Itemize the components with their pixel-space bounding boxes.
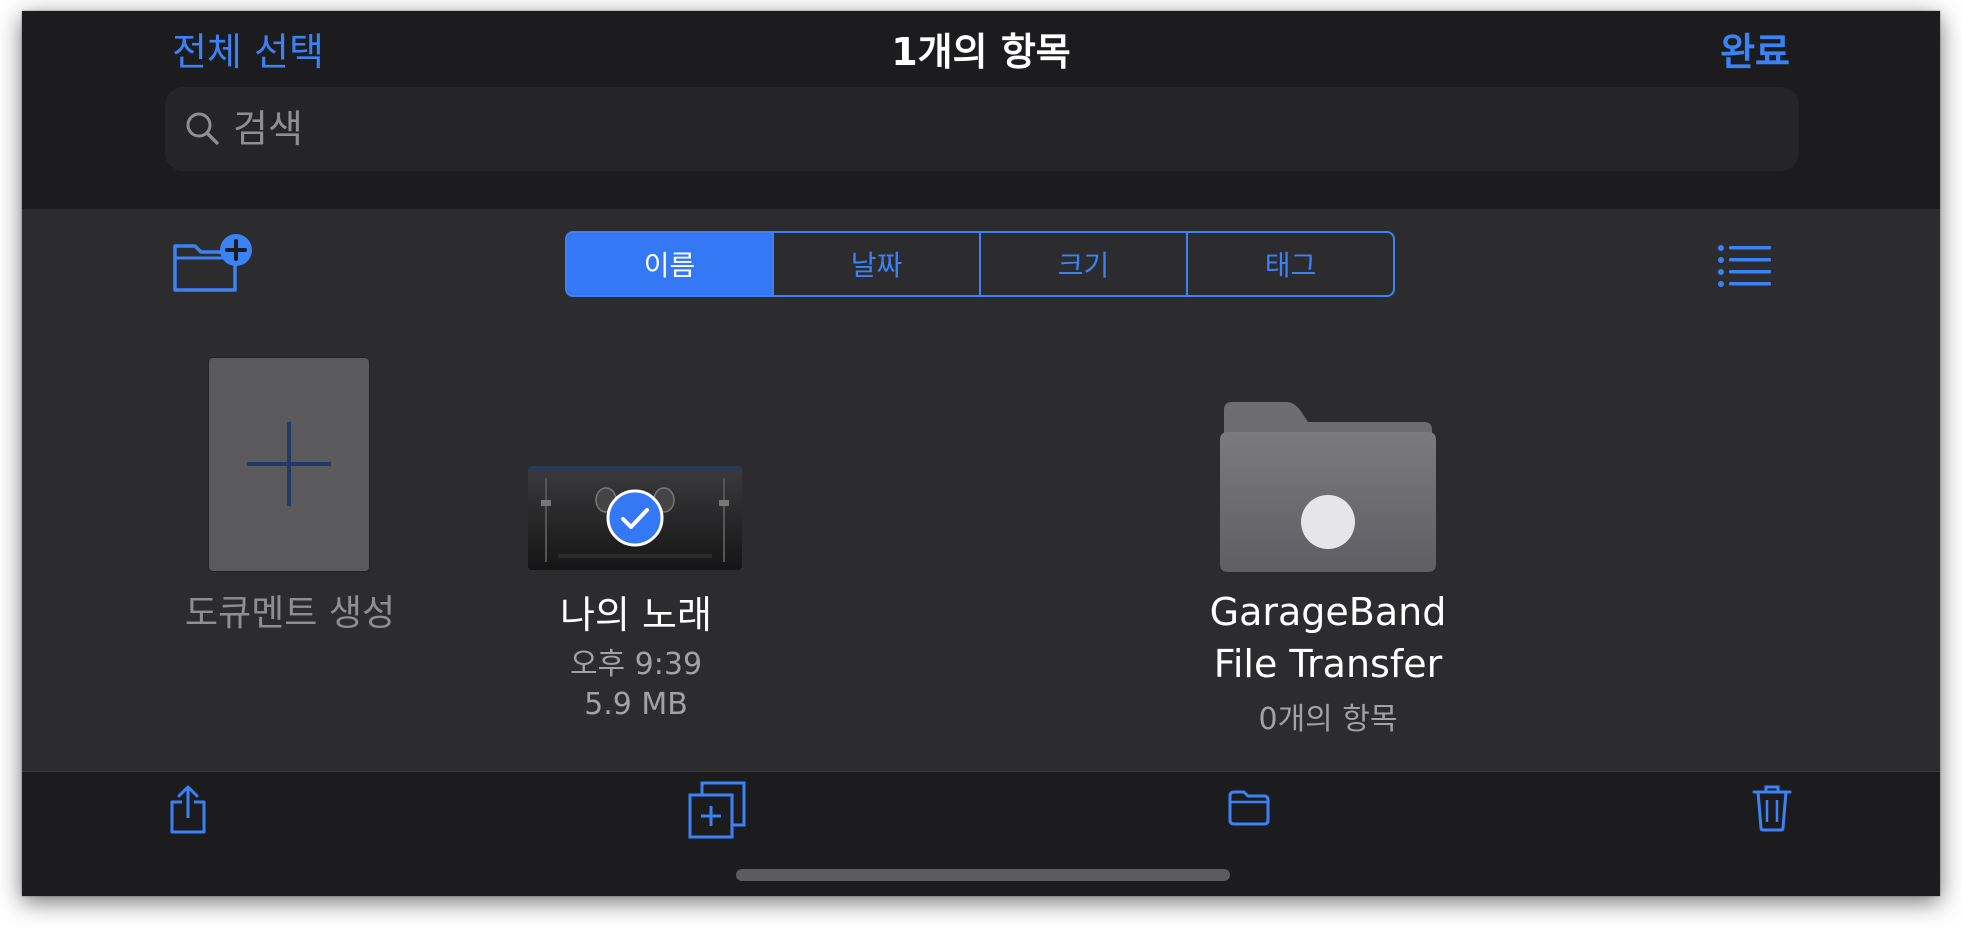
list-view-icon[interactable]: [1717, 243, 1773, 287]
new-folder-icon[interactable]: [172, 234, 254, 294]
song-file-size: 5.9 MB: [584, 687, 688, 722]
plus-icon: [247, 422, 331, 506]
move-folder-icon[interactable]: [1228, 790, 1270, 826]
page-title: 1개의 항목: [891, 30, 1071, 74]
sort-segmented-control: 이름 날짜 크기 태그: [565, 231, 1395, 297]
folder-item-count: 0개의 항목: [1258, 702, 1398, 737]
sort-by-size-tab[interactable]: 크기: [981, 233, 1188, 295]
sort-by-name-tab[interactable]: 이름: [567, 233, 774, 295]
trash-icon[interactable]: [1752, 784, 1792, 832]
file-browser-window: 전체 선택 1개의 항목 완료 이름 날짜 크기 태그: [22, 11, 1940, 896]
navigation-bar: 전체 선택 1개의 항목 완료: [22, 11, 1940, 209]
duplicate-icon[interactable]: [686, 779, 748, 841]
create-document-label: 도큐멘트 생성: [184, 593, 396, 634]
search-icon: [186, 112, 219, 145]
create-document-button[interactable]: [209, 358, 369, 571]
song-file-name: 나의 노래: [560, 593, 712, 637]
folder-icon[interactable]: [1220, 402, 1436, 572]
bottom-toolbar: [22, 771, 1940, 896]
selected-checkmark-icon: [606, 489, 664, 547]
song-file-thumbnail[interactable]: [528, 466, 742, 570]
sort-by-tag-tab[interactable]: 태그: [1188, 233, 1393, 295]
folder-name: GarageBand File Transfer: [1209, 590, 1447, 686]
search-bar[interactable]: [165, 87, 1799, 171]
sort-by-date-tab[interactable]: 날짜: [774, 233, 981, 295]
song-file-time: 오후 9:39: [569, 647, 703, 682]
search-input[interactable]: [231, 101, 1735, 157]
share-icon[interactable]: [168, 784, 208, 836]
done-button[interactable]: 완료: [1720, 21, 1790, 76]
home-indicator: [736, 869, 1230, 881]
